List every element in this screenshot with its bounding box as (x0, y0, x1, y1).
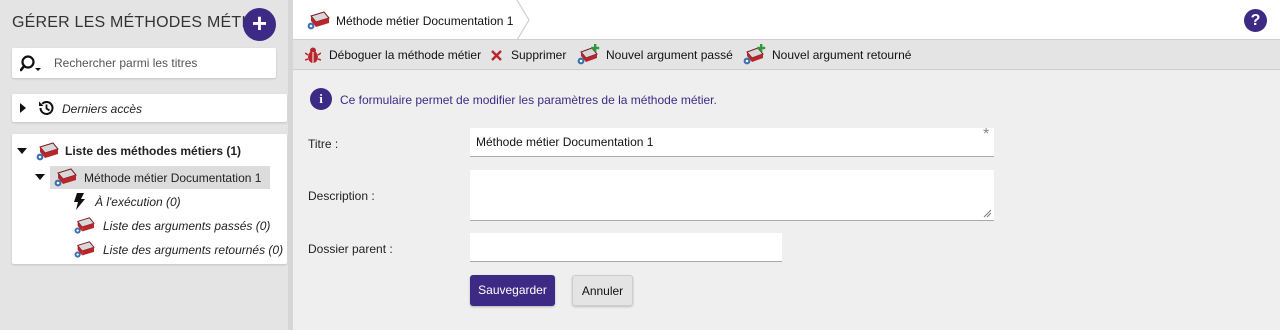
recent-label: Derniers accès (62, 102, 143, 116)
main-panel: Méthode métier Documentation 1 ? Débogue… (293, 0, 1280, 330)
book-gear-icon (36, 142, 59, 161)
debug-label: Déboguer la méthode métier (329, 48, 482, 62)
delete-label: Supprimer (511, 48, 567, 62)
action-toolbar: Déboguer la méthode métier Supprimer Nou… (293, 40, 1280, 70)
tree-child[interactable]: Méthode métier Documentation 1 (32, 166, 270, 189)
cancel-button[interactable]: Annuler (572, 275, 633, 306)
delete-button[interactable]: Supprimer (491, 40, 571, 70)
required-marker: * (983, 126, 990, 143)
book-gear-add-icon (577, 44, 600, 65)
new-returned-label: Nouvel argument retourné (772, 48, 912, 62)
resize-handle-icon[interactable] (983, 209, 992, 218)
new-passed-argument-button[interactable]: Nouvel argument passé (575, 40, 735, 70)
tree-root[interactable]: Liste des méthodes métiers (1) (12, 140, 287, 162)
collapse-icon[interactable] (35, 174, 45, 180)
expand-icon[interactable] (20, 103, 26, 113)
close-icon (491, 50, 502, 61)
info-text: Ce formulaire permet de modifier les par… (340, 93, 717, 107)
search-input[interactable] (54, 53, 269, 73)
recent-access[interactable]: Derniers accès (12, 94, 287, 122)
edit-form: i Ce formulaire permet de modifier les p… (293, 71, 1280, 330)
tree-child-label: Méthode métier Documentation 1 (84, 171, 262, 185)
panel-title: GÉRER LES MÉTHODES MÉTIER (12, 14, 269, 31)
tree-root-label: Liste des méthodes métiers (1) (65, 144, 242, 158)
breadcrumb-separator (516, 0, 530, 40)
description-label: Description : (308, 189, 375, 203)
tree-item-label: Liste des arguments passés (0) (103, 219, 271, 233)
book-gear-icon (54, 168, 77, 187)
search-box (12, 48, 276, 78)
help-button[interactable]: ? (1244, 9, 1267, 32)
left-panel: GÉRER LES MÉTHODES MÉTIER + Derniers acc… (0, 0, 288, 330)
parent-folder-label: Dossier parent : (308, 242, 393, 256)
collapse-icon[interactable] (17, 148, 27, 154)
title-field[interactable] (470, 128, 994, 157)
book-gear-add-icon (743, 44, 766, 65)
book-gear-icon (74, 217, 95, 234)
lightning-icon (74, 193, 85, 210)
tree-item-label: Liste des arguments retournés (0) (103, 243, 284, 257)
debug-button[interactable]: Déboguer la méthode métier (305, 40, 485, 70)
tree-item-label: À l'exécution (0) (95, 195, 181, 209)
parent-folder-field[interactable] (470, 233, 782, 262)
title-label: Titre : (308, 137, 339, 151)
method-tree: Liste des méthodes métiers (1) Méthode m… (12, 134, 287, 264)
info-icon: i (310, 88, 332, 110)
search-icon[interactable] (20, 54, 42, 74)
new-returned-argument-button[interactable]: Nouvel argument retourné (741, 40, 921, 70)
breadcrumb: Méthode métier Documentation 1 ? (293, 0, 1280, 40)
bug-icon (305, 47, 321, 63)
new-passed-label: Nouvel argument passé (606, 48, 733, 62)
history-icon (39, 101, 54, 115)
breadcrumb-item[interactable]: Méthode métier Documentation 1 (293, 0, 533, 40)
save-button[interactable]: Sauvegarder (470, 275, 555, 306)
add-method-button[interactable]: + (243, 8, 276, 41)
description-field[interactable] (470, 170, 994, 221)
book-gear-icon (74, 241, 95, 258)
